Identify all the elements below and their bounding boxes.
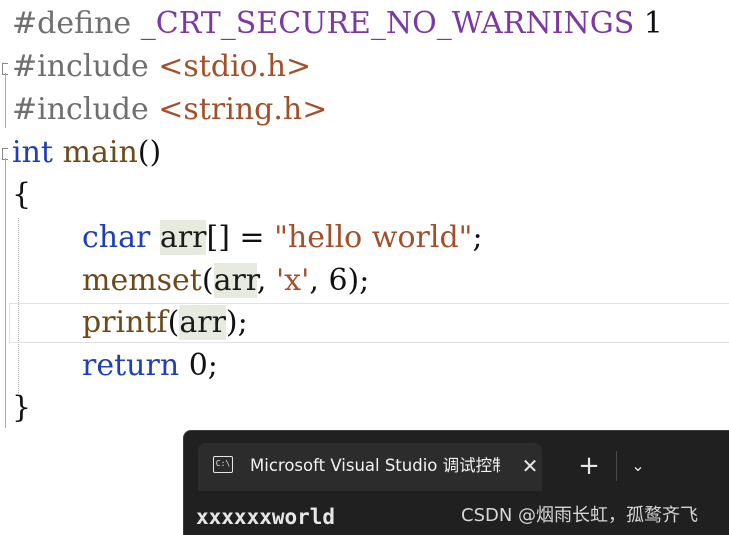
console-tab[interactable]: C:\ Microsoft Visual Studio 调试控制台 ✕ [198, 443, 542, 491]
variable-name: arr [159, 220, 207, 255]
punctuation: , [309, 263, 329, 298]
punctuation: () [137, 135, 162, 170]
code-line-10[interactable]: } [12, 388, 31, 428]
new-tab-button[interactable]: + [576, 453, 602, 479]
preprocessor-directive: #include [12, 92, 149, 127]
console-output: xxxxxxworld [196, 505, 336, 529]
watermark: CSDN @烟雨长虹，孤鹜齐飞 [461, 505, 699, 526]
code-line-8[interactable]: printf(arr); [12, 303, 248, 343]
punctuation: ); [347, 263, 370, 298]
char-literal: 'x' [275, 263, 310, 298]
punctuation: ; [472, 220, 483, 255]
macro-value: 1 [643, 6, 663, 41]
chevron-down-icon[interactable]: ⌄ [627, 453, 649, 479]
code-editor[interactable]: #define _CRT_SECURE_NO_WARNINGS 1 #inclu… [0, 0, 729, 430]
function-name: memset [82, 263, 202, 298]
code-line-1[interactable]: #define _CRT_SECURE_NO_WARNINGS 1 [12, 4, 663, 44]
number-literal: 6 [328, 263, 348, 298]
punctuation: , [256, 263, 276, 298]
code-line-9[interactable]: return 0; [12, 346, 218, 386]
type-keyword: char [82, 220, 151, 255]
preprocessor-directive: #include [12, 49, 149, 84]
code-line-3[interactable]: #include <string.h> [12, 90, 327, 130]
code-line-2[interactable]: #include <stdio.h> [12, 47, 311, 87]
code-line-7[interactable]: memset(arr, 'x', 6); [12, 261, 369, 301]
punctuation: ( [167, 305, 180, 340]
code-line-6[interactable]: char arr[] = "hello world"; [12, 218, 483, 258]
number-literal: 0 [188, 348, 208, 383]
macro-name: _CRT_SECURE_NO_WARNINGS [140, 6, 635, 41]
console-tab-title: Microsoft Visual Studio 调试控制台 [250, 456, 500, 475]
screenshot: #define _CRT_SECURE_NO_WARNINGS 1 #inclu… [0, 0, 729, 535]
punctuation: ( [201, 263, 214, 298]
punctuation: ; [207, 348, 218, 383]
fold-guide [5, 158, 6, 428]
function-name: printf [82, 305, 168, 340]
fold-guide [5, 73, 6, 128]
variable-name: arr [213, 263, 257, 298]
type-keyword: int [12, 135, 53, 170]
code-line-5[interactable]: { [12, 175, 31, 215]
include-header: <string.h> [158, 92, 328, 127]
close-icon[interactable]: ✕ [518, 453, 542, 479]
code-line-4[interactable]: int main() [12, 133, 161, 173]
tab-divider [616, 451, 617, 481]
preprocessor-directive: #define [12, 6, 132, 41]
close-brace: } [12, 390, 32, 425]
punctuation: [] = [206, 220, 275, 255]
variable-name: arr [179, 305, 226, 340]
function-name: main [62, 135, 138, 170]
return-keyword: return [82, 348, 180, 383]
open-brace: { [12, 177, 32, 212]
punctuation: ); [225, 305, 248, 340]
include-header: <stdio.h> [158, 49, 312, 84]
terminal-icon: C:\ [213, 456, 233, 473]
string-literal: "hello world" [274, 220, 473, 255]
